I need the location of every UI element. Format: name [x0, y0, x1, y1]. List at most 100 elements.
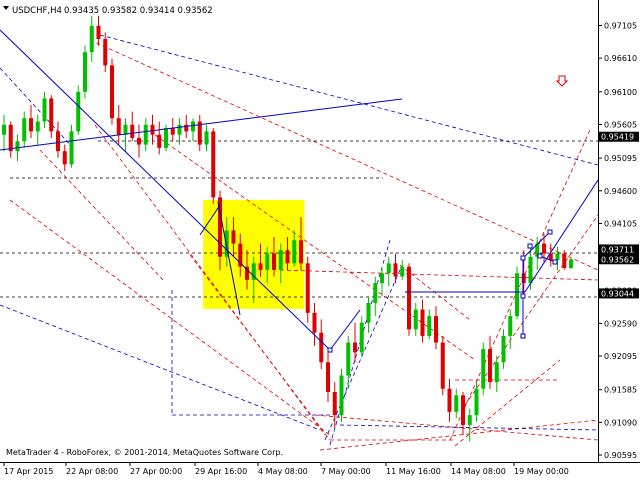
- price-tick-label: 0.94105: [604, 219, 637, 228]
- candle-body: [393, 263, 398, 277]
- price-tick-label: 0.94600: [604, 187, 637, 196]
- candle-body: [69, 131, 74, 165]
- candle-body: [332, 392, 337, 416]
- candle-body: [447, 388, 452, 412]
- candle-body: [56, 131, 60, 152]
- candle-body: [265, 253, 270, 270]
- price-tag-label: 0.95419: [601, 133, 634, 142]
- candle-body: [96, 25, 101, 40]
- candle-body: [515, 273, 519, 317]
- candle-body: [346, 342, 351, 376]
- price-tag-label: 0.93044: [601, 289, 634, 298]
- time-tick-label: 7 May 00:00: [321, 467, 371, 476]
- candle-body: [110, 65, 114, 119]
- ohlc-label: 0.93435 0.93582 0.93414 0.93562: [64, 6, 213, 16]
- candle-body: [427, 316, 432, 336]
- candle-body: [231, 230, 236, 244]
- price-tick-label: 0.97105: [604, 21, 637, 30]
- candle-body: [569, 259, 573, 268]
- time-tick-label: 14 May 08:00: [451, 467, 506, 476]
- candle-body: [130, 124, 135, 138]
- candle-body: [42, 98, 47, 122]
- price-tag: 0.93044: [599, 288, 639, 299]
- candle-body: [137, 137, 141, 145]
- candle-body: [494, 362, 499, 383]
- candle-body: [366, 302, 371, 323]
- candle-body: [488, 349, 492, 383]
- candle: [481, 342, 486, 396]
- candle-body: [89, 25, 94, 53]
- candle-body: [380, 273, 384, 284]
- candle: [339, 368, 344, 422]
- candle-body: [319, 332, 324, 363]
- price-chart[interactable]: USDCHF,H4 0.93435 0.93582 0.93414 0.9356…: [0, 0, 640, 480]
- candle-body: [22, 118, 27, 142]
- candle-body: [285, 250, 290, 264]
- price-tick-label: 0.92590: [604, 319, 637, 328]
- candle-body: [359, 322, 364, 353]
- candle-body: [157, 134, 162, 148]
- candle-body: [35, 121, 40, 132]
- candle-body: [76, 91, 81, 132]
- price-tag: 0.95419: [599, 131, 639, 142]
- candle-body: [312, 312, 317, 333]
- candle-body: [258, 263, 263, 270]
- time-tick-label: 11 May 16:00: [386, 467, 441, 476]
- candle-body: [204, 131, 209, 145]
- price-tag: 0.93711: [599, 244, 639, 255]
- candle-body: [191, 121, 195, 132]
- candle-body: [49, 98, 54, 132]
- symbol-label: USDCHF,H4: [12, 6, 62, 16]
- candle: [569, 258, 573, 270]
- price-tick-label: 0.95095: [604, 154, 637, 163]
- price-tick-label: 0.91090: [604, 418, 637, 427]
- candle-body: [420, 309, 425, 336]
- candle: [76, 85, 81, 135]
- candle: [110, 58, 114, 125]
- candle-body: [143, 124, 148, 145]
- candle-body: [116, 118, 121, 135]
- time-tick-label: 29 Apr 16:00: [195, 467, 247, 476]
- candle: [305, 256, 310, 323]
- candle-body: [177, 124, 182, 135]
- time-tick-label: 27 Apr 00:00: [130, 467, 182, 476]
- candle-body: [440, 342, 445, 389]
- candle-body: [555, 253, 560, 261]
- candle-body: [339, 375, 344, 416]
- candle-body: [373, 283, 378, 303]
- candle-body: [103, 39, 108, 66]
- candle-body: [2, 124, 6, 135]
- candle-body: [164, 128, 168, 148]
- candle-body: [170, 128, 175, 135]
- candle-body: [8, 124, 13, 152]
- price-tag-label: 0.93562: [601, 255, 634, 264]
- price-tick-label: 0.92095: [604, 352, 637, 361]
- time-tick-label: 17 Apr 2015: [4, 467, 53, 476]
- candle-body: [326, 362, 330, 393]
- candle: [515, 266, 519, 320]
- candle-body: [413, 309, 418, 330]
- candle: [211, 128, 216, 204]
- candle: [440, 335, 445, 396]
- candle-body: [62, 151, 67, 165]
- candle-body: [461, 395, 465, 426]
- price-tick-label: 0.90595: [604, 451, 637, 460]
- chart-window[interactable]: USDCHF,H4 0.93435 0.93582 0.93414 0.9356…: [0, 0, 640, 480]
- candle-body: [299, 240, 303, 264]
- price-tick-label: 0.96610: [604, 54, 637, 63]
- time-tick-label: 19 May 00:00: [514, 467, 569, 476]
- candle-body: [211, 131, 216, 198]
- candle-body: [407, 266, 411, 330]
- time-tick-label: 22 Apr 08:00: [66, 467, 118, 476]
- price-tick-label: 0.96100: [604, 88, 637, 97]
- price-tick-label: 0.91585: [604, 386, 637, 395]
- candle-body: [501, 335, 506, 363]
- candle-body: [521, 273, 526, 284]
- candle-body: [29, 118, 33, 132]
- candle-body: [400, 266, 405, 277]
- candle-body: [508, 316, 513, 336]
- candle-body: [542, 243, 546, 254]
- candle-body: [123, 124, 128, 135]
- candle-body: [467, 415, 472, 426]
- candle-body: [528, 256, 533, 284]
